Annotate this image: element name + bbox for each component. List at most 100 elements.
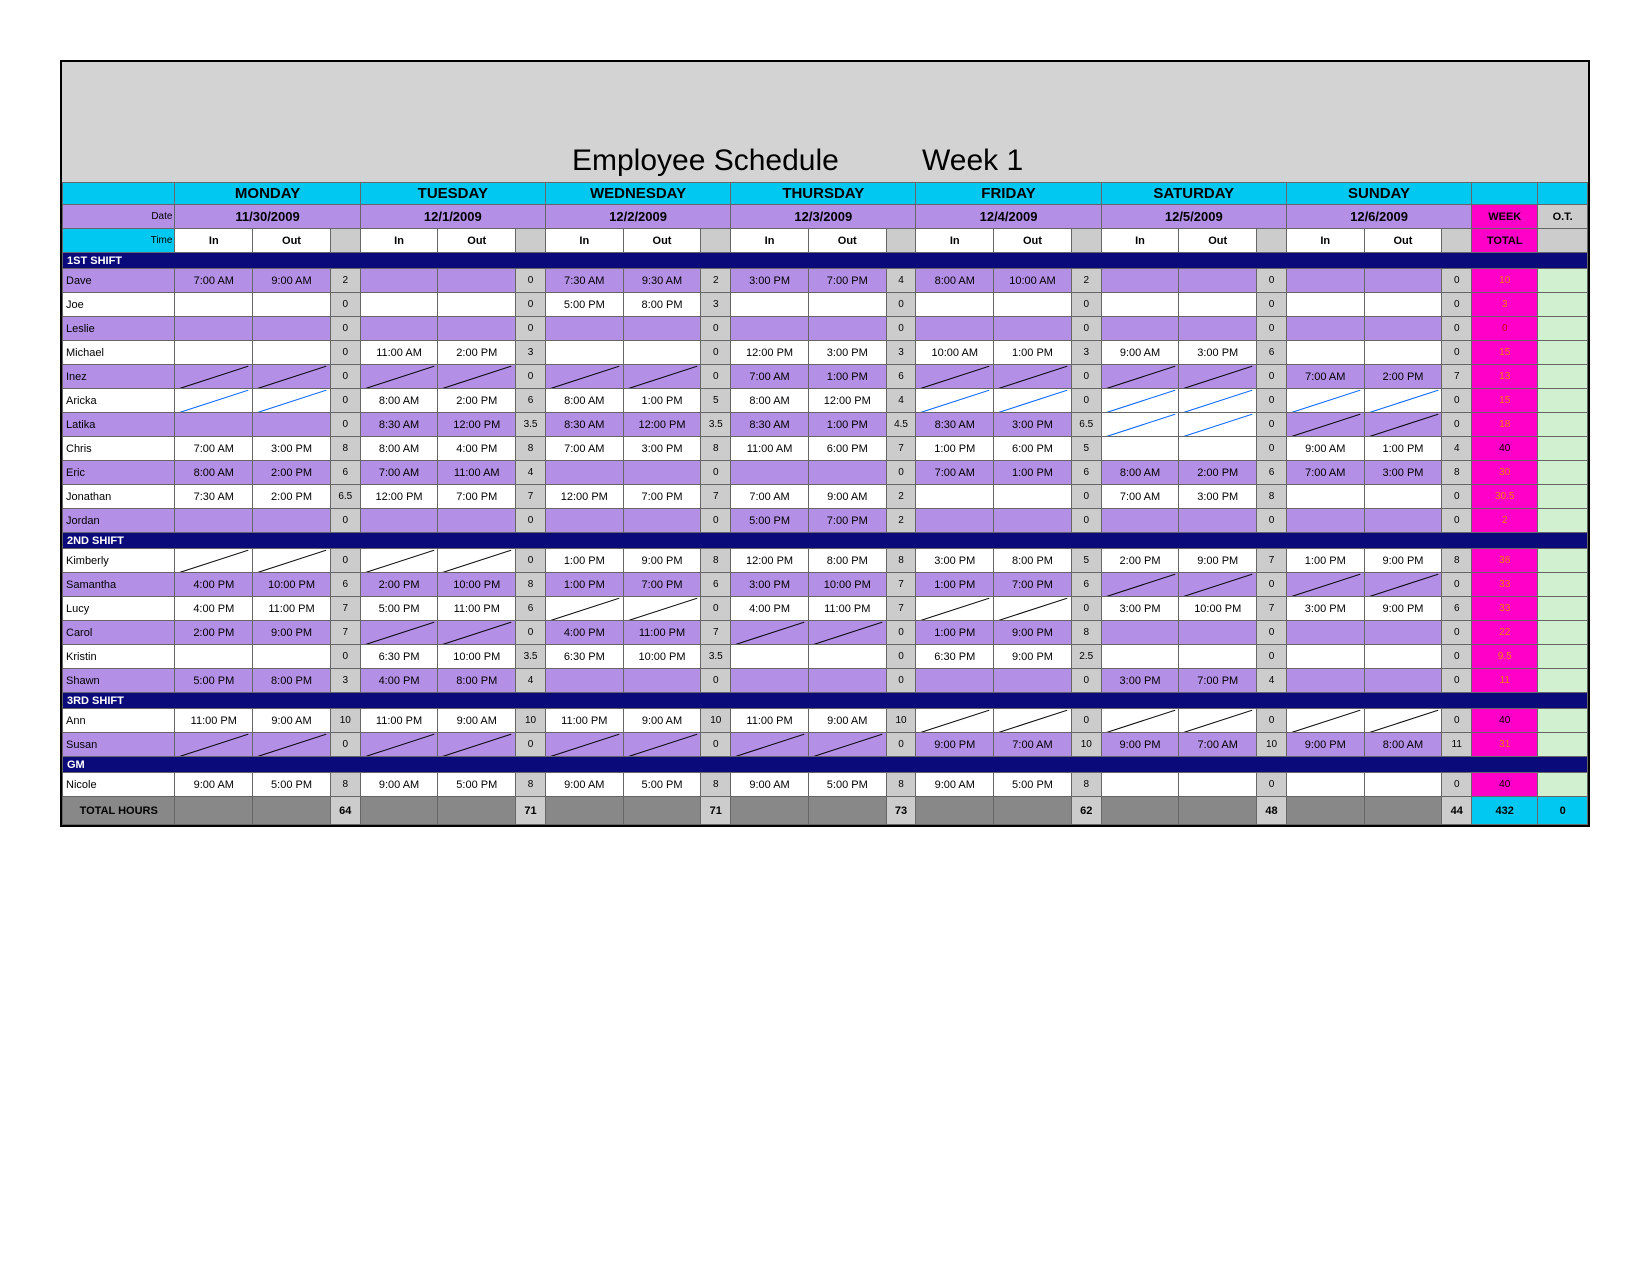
time-in [1101, 293, 1179, 317]
employee-name: Leslie [63, 317, 175, 341]
hours-cell: 0 [1442, 413, 1472, 437]
hours-cell: 0 [330, 413, 360, 437]
time-in: 3:00 PM [916, 549, 994, 573]
time-in: 5:00 PM [545, 293, 623, 317]
time-in [1101, 413, 1179, 437]
time-in [916, 317, 994, 341]
in-header: In [545, 229, 623, 253]
hours-cell: 7 [886, 573, 916, 597]
hours-cell: 7 [701, 485, 731, 509]
hours-cell: 0 [701, 341, 731, 365]
time-in: 8:30 AM [360, 413, 438, 437]
time-out: 11:00 PM [438, 597, 516, 621]
time-out: 9:00 AM [623, 709, 701, 733]
time-in [175, 413, 253, 437]
time-in: 1:00 PM [545, 549, 623, 573]
time-in: 8:30 AM [916, 413, 994, 437]
week-total: 40 [1472, 709, 1538, 733]
hours-cell: 7 [701, 621, 731, 645]
hours-cell: 8 [886, 773, 916, 797]
time-in: 6:30 PM [360, 645, 438, 669]
hours-cell: 7 [886, 597, 916, 621]
day-header: SATURDAY [1101, 183, 1286, 205]
time-out [1364, 413, 1442, 437]
time-out: 10:00 PM [438, 645, 516, 669]
time-out [1364, 773, 1442, 797]
out-header: Out [438, 229, 516, 253]
time-in [916, 293, 994, 317]
time-in: 1:00 PM [1286, 549, 1364, 573]
week-header: WEEK [1472, 205, 1538, 229]
time-in [545, 597, 623, 621]
time-in: 11:00 AM [360, 341, 438, 365]
time-out [1179, 293, 1257, 317]
time-out: 9:00 PM [994, 645, 1072, 669]
hours-cell: 0 [330, 733, 360, 757]
hours-cell: 0 [330, 645, 360, 669]
hours-cell: 6 [701, 573, 731, 597]
hours-cell: 0 [516, 509, 546, 533]
time-out [808, 621, 886, 645]
time-in [545, 341, 623, 365]
hours-cell: 8 [886, 549, 916, 573]
time-in [175, 293, 253, 317]
hours-cell: 5 [701, 389, 731, 413]
time-out: 7:00 PM [623, 485, 701, 509]
out-header: Out [253, 229, 331, 253]
time-out: 7:00 PM [1179, 669, 1257, 693]
time-out: 2:00 PM [438, 389, 516, 413]
in-header: In [916, 229, 994, 253]
hours-cell: 4 [516, 461, 546, 485]
hours-cell: 5 [1071, 549, 1101, 573]
time-in: 1:00 PM [545, 573, 623, 597]
time-out: 5:00 PM [438, 773, 516, 797]
hours-cell: 0 [1071, 293, 1101, 317]
time-out [438, 317, 516, 341]
time-in: 8:00 AM [916, 269, 994, 293]
section-header: 3RD SHIFT [63, 693, 1588, 709]
time-out [808, 317, 886, 341]
time-out [808, 669, 886, 693]
week-total: 11 [1472, 669, 1538, 693]
hours-cell: 0 [330, 365, 360, 389]
time-in [175, 509, 253, 533]
hours-cell: 2 [886, 485, 916, 509]
employee-name: Nicole [63, 773, 175, 797]
employee-name: Jordan [63, 509, 175, 533]
time-in: 8:00 AM [360, 437, 438, 461]
time-in: 11:00 PM [360, 709, 438, 733]
ot-cell [1538, 573, 1588, 597]
schedule-table: MONDAYTUESDAYWEDNESDAYTHURSDAYFRIDAYSATU… [62, 182, 1588, 825]
out-header: Out [808, 229, 886, 253]
hours-cell: 8 [516, 437, 546, 461]
ot-cell [1538, 317, 1588, 341]
employee-name: Shawn [63, 669, 175, 693]
hours-cell: 10 [701, 709, 731, 733]
hours-cell: 0 [516, 269, 546, 293]
day-total: 71 [701, 797, 731, 825]
employee-name: Inez [63, 365, 175, 389]
hours-cell: 0 [1442, 709, 1472, 733]
time-in [916, 389, 994, 413]
time-out [623, 509, 701, 533]
time-in: 3:00 PM [1286, 597, 1364, 621]
time-out [994, 709, 1072, 733]
hours-cell: 7 [1257, 597, 1287, 621]
day-header: WEDNESDAY [545, 183, 730, 205]
time-out [1364, 317, 1442, 341]
time-in: 4:00 PM [731, 597, 809, 621]
ot-cell [1538, 413, 1588, 437]
week-total: 13 [1472, 365, 1538, 389]
day-total: 48 [1257, 797, 1287, 825]
time-in: 9:00 AM [1101, 341, 1179, 365]
week-total: 10 [1472, 269, 1538, 293]
employee-name: Michael [63, 341, 175, 365]
week-total: 36 [1472, 549, 1538, 573]
time-out [1364, 485, 1442, 509]
time-in: 3:00 PM [1101, 669, 1179, 693]
time-out: 7:00 PM [623, 573, 701, 597]
ot-cell [1538, 389, 1588, 413]
time-in: 9:00 AM [545, 773, 623, 797]
hours-cell: 0 [701, 461, 731, 485]
time-out [623, 597, 701, 621]
